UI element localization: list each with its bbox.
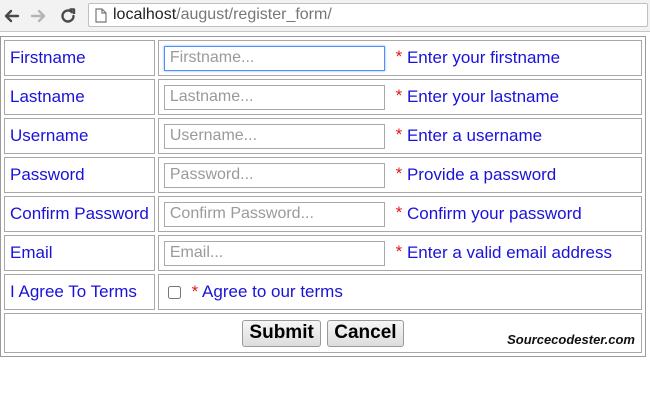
field-hint: Agree to our terms: [202, 282, 343, 301]
field-cell: * Enter a username: [157, 118, 642, 154]
field-cell: * Agree to our terms: [157, 274, 642, 310]
terms-checkbox[interactable]: [167, 286, 181, 300]
required-marker: *: [395, 47, 403, 67]
field-hint: Enter your lastname: [406, 86, 560, 106]
reload-icon[interactable]: [58, 6, 78, 26]
field-cell: * Confirm your password: [157, 196, 642, 232]
address-bar[interactable]: localhost/august/register_form/: [88, 3, 648, 27]
required-marker: *: [395, 242, 403, 262]
address-host: localhost: [113, 6, 177, 23]
form-actions-row: Submit Cancel Sourcecodester.com: [4, 313, 642, 353]
required-marker: *: [395, 164, 403, 184]
field-label: Password: [4, 157, 155, 193]
required-marker: *: [395, 125, 403, 145]
submit-button[interactable]: Submit: [242, 319, 321, 347]
required-marker: *: [395, 203, 403, 223]
form-row-terms: I Agree To Terms * Agree to our terms: [4, 274, 642, 310]
field-label: Username: [4, 118, 155, 154]
address-path: /august/register_form/: [176, 6, 332, 23]
cancel-button[interactable]: Cancel: [327, 319, 404, 347]
field-label: Email: [4, 235, 155, 271]
form-row-email: Email * Enter a valid email address: [4, 235, 642, 271]
form-row-lastname: Lastname * Enter your lastname: [4, 79, 642, 115]
page-icon: [95, 7, 107, 23]
form-row-username: Username * Enter a username: [4, 118, 642, 154]
field-hint: Enter a username: [406, 125, 543, 145]
field-cell: * Provide a password: [157, 157, 642, 193]
field-hint: Enter a valid email address: [406, 242, 613, 262]
page-content: Firstname * Enter your firstname Lastnam…: [0, 33, 650, 398]
form-row-firstname: Firstname * Enter your firstname: [4, 40, 642, 76]
email-input[interactable]: [163, 240, 385, 266]
browser-toolbar: localhost/august/register_form/: [0, 0, 650, 32]
watermark-text: Sourcecodester.com: [507, 332, 635, 347]
username-input[interactable]: [163, 123, 385, 149]
field-hint: Provide a password: [406, 164, 557, 184]
firstname-input[interactable]: [163, 45, 385, 71]
lastname-input[interactable]: [163, 84, 385, 110]
register-form: Firstname * Enter your firstname Lastnam…: [0, 36, 646, 357]
arrow-right-icon[interactable]: [28, 6, 48, 26]
field-label: Lastname: [4, 79, 155, 115]
field-hint: Enter your firstname: [406, 47, 561, 67]
field-hint: Confirm your password: [406, 203, 582, 223]
field-label: I Agree To Terms: [4, 274, 155, 310]
field-cell: * Enter your firstname: [157, 40, 642, 76]
form-row-password: Password * Provide a password: [4, 157, 642, 193]
field-label: Confirm Password: [4, 196, 155, 232]
required-marker: *: [191, 282, 199, 301]
actions-cell: Submit Cancel Sourcecodester.com: [4, 313, 642, 353]
form-row-confirm-password: Confirm Password * Confirm your password: [4, 196, 642, 232]
field-cell: * Enter your lastname: [157, 79, 642, 115]
confirm-password-input[interactable]: [163, 201, 385, 227]
field-cell: * Enter a valid email address: [157, 235, 642, 271]
field-label: Firstname: [4, 40, 155, 76]
arrow-left-icon[interactable]: [2, 6, 22, 26]
required-marker: *: [395, 86, 403, 106]
password-input[interactable]: [163, 162, 385, 188]
